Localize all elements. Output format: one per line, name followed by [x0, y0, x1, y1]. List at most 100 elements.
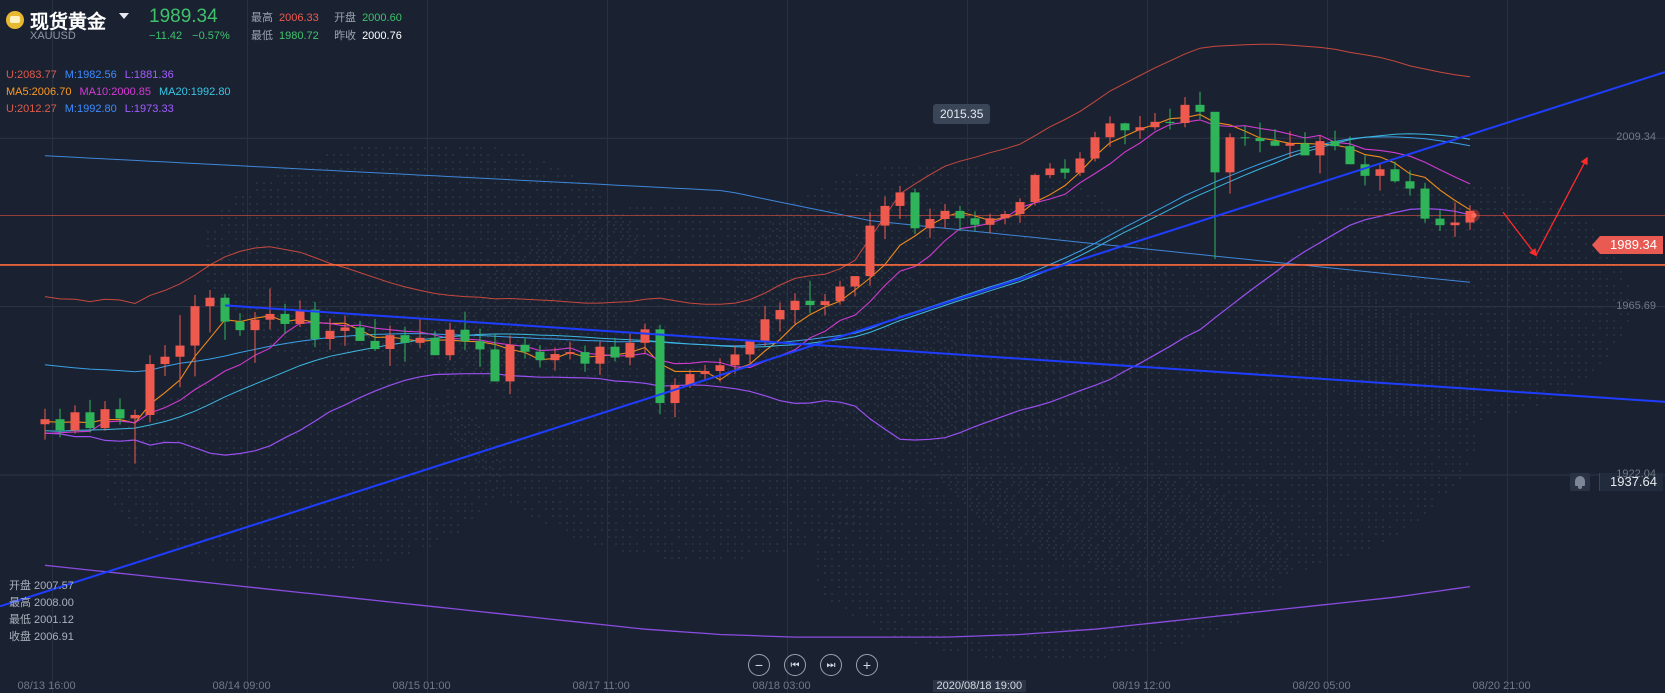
candle-body	[865, 225, 875, 277]
series-line-ma20	[44, 133, 1471, 432]
stat-label: 最高	[251, 12, 273, 24]
indicator-value: L:1881.36	[124, 69, 174, 81]
candle-body	[160, 356, 170, 365]
series-line-long-ma	[44, 155, 1471, 283]
candle-body	[280, 313, 290, 324]
candle-body	[1150, 121, 1160, 128]
x-tick-label: 08/17 11:00	[572, 680, 630, 692]
x-tick-label: 2020/08/18 19:00	[932, 680, 1027, 692]
candle-body	[85, 412, 95, 429]
candle-body	[670, 384, 680, 404]
candle-body	[700, 371, 710, 375]
ohlc-readout: 开盘 2007.57 最高 2008.00 最低 2001.12 收盘 2006…	[9, 578, 74, 646]
price-stats: 最高 2006.33 开盘 2000.60 最低 1980.72 昨收 2000.76	[251, 9, 414, 45]
instrument-code: XAUUSD	[30, 30, 76, 42]
x-tick-label: 08/14 09:00	[212, 680, 271, 692]
candle-body	[385, 335, 395, 350]
candle-body	[715, 365, 725, 371]
x-tick-label: 08/19 12:00	[1112, 680, 1171, 692]
candle-body	[310, 309, 320, 339]
candle-body	[1030, 175, 1040, 203]
candle-body	[580, 352, 590, 364]
chart-canvas[interactable]	[0, 0, 1665, 693]
candle-body	[730, 354, 740, 366]
indicator-value: M:1992.80	[64, 103, 117, 115]
ohlc-close: 收盘 2006.91	[9, 631, 74, 643]
indicator-value: MA5:2006.70	[6, 86, 72, 98]
up-arrow	[1535, 156, 1588, 256]
candle-body	[1195, 104, 1205, 112]
candle-body	[805, 300, 815, 306]
candle-body	[250, 319, 260, 331]
candle-body	[1255, 138, 1265, 142]
price-change: −11.42 −0.57%	[149, 30, 240, 42]
candle-body	[1435, 218, 1445, 226]
step-forward-button[interactable]: ⏭	[820, 654, 842, 676]
candle-body	[1000, 214, 1010, 219]
zoom-out-button[interactable]: −	[748, 654, 770, 676]
candle-body	[550, 354, 560, 361]
stat-label: 最低	[251, 30, 273, 42]
candle-body	[1120, 123, 1130, 131]
candle-body	[190, 306, 200, 346]
step-back-button[interactable]: ⏮	[784, 654, 806, 676]
candle-body	[1180, 104, 1190, 123]
x-tick-label: 08/15 01:00	[392, 680, 451, 692]
candle-body	[415, 337, 425, 343]
candle-body	[265, 313, 275, 320]
candle-body	[1315, 141, 1325, 156]
candle-body	[1300, 143, 1310, 156]
candle-body	[1105, 123, 1115, 138]
candle-body	[1090, 137, 1100, 159]
ohlc-low: 最低 2001.12	[9, 614, 74, 626]
candle-body	[745, 340, 755, 355]
candle-body	[1345, 146, 1355, 165]
candle-body	[1330, 141, 1340, 147]
current-price-tag: 1989.34	[1592, 236, 1663, 254]
change-value: −11.42	[149, 30, 183, 42]
chevron-down-icon[interactable]	[119, 13, 129, 19]
candle-body	[295, 309, 305, 324]
x-tick-label: 08/18 03:00	[752, 680, 811, 692]
ohlc-open: 开盘 2007.57	[9, 580, 74, 592]
y-tick-label: 1922.04	[1616, 467, 1656, 480]
trendline-descending	[224, 304, 1665, 403]
indicator-value: L:1973.33	[124, 103, 174, 115]
candle-body	[565, 352, 575, 355]
x-tick-label: 08/20 21:00	[1472, 680, 1531, 692]
bell-icon[interactable]	[1570, 473, 1590, 491]
candle-body	[370, 340, 380, 350]
zoom-in-button[interactable]: +	[856, 654, 878, 676]
last-price: 1989.34	[149, 6, 218, 27]
candle-body	[955, 210, 965, 219]
change-percent: −0.57%	[192, 30, 230, 42]
candle-body	[220, 297, 230, 322]
candle-body	[1165, 121, 1175, 123]
indicator-value: MA20:1992.80	[159, 86, 231, 98]
candle-body	[55, 419, 65, 431]
ohlc-high: 最高 2008.00	[9, 597, 74, 609]
candle-body	[1045, 168, 1055, 176]
candle-body	[475, 341, 485, 350]
candle-body	[595, 346, 605, 364]
candle-body	[1420, 188, 1430, 219]
candle-body	[625, 342, 635, 358]
y-tick-label: 2009.34	[1616, 131, 1656, 144]
peak-price-tag: 2015.35	[933, 104, 991, 124]
candle-body	[1225, 137, 1235, 173]
candle-body	[610, 346, 620, 358]
gold-logo-icon	[6, 11, 24, 29]
candle-body	[130, 414, 140, 419]
candle-body	[100, 409, 110, 429]
candle-body	[1450, 222, 1460, 226]
indicator-value: M:1982.56	[64, 69, 117, 81]
candle-body	[895, 192, 905, 206]
candle-body	[1075, 158, 1085, 173]
candle-body	[970, 218, 980, 225]
stat-open: 2000.60	[362, 12, 402, 24]
trendline-ascending	[0, 71, 1665, 608]
stat-high: 2006.33	[279, 12, 319, 24]
candle-body	[400, 335, 410, 343]
indicator-row-ma: MA5:2006.70 MA10:2000.85 MA20:1992.80	[6, 84, 239, 101]
candle-body	[535, 351, 545, 361]
